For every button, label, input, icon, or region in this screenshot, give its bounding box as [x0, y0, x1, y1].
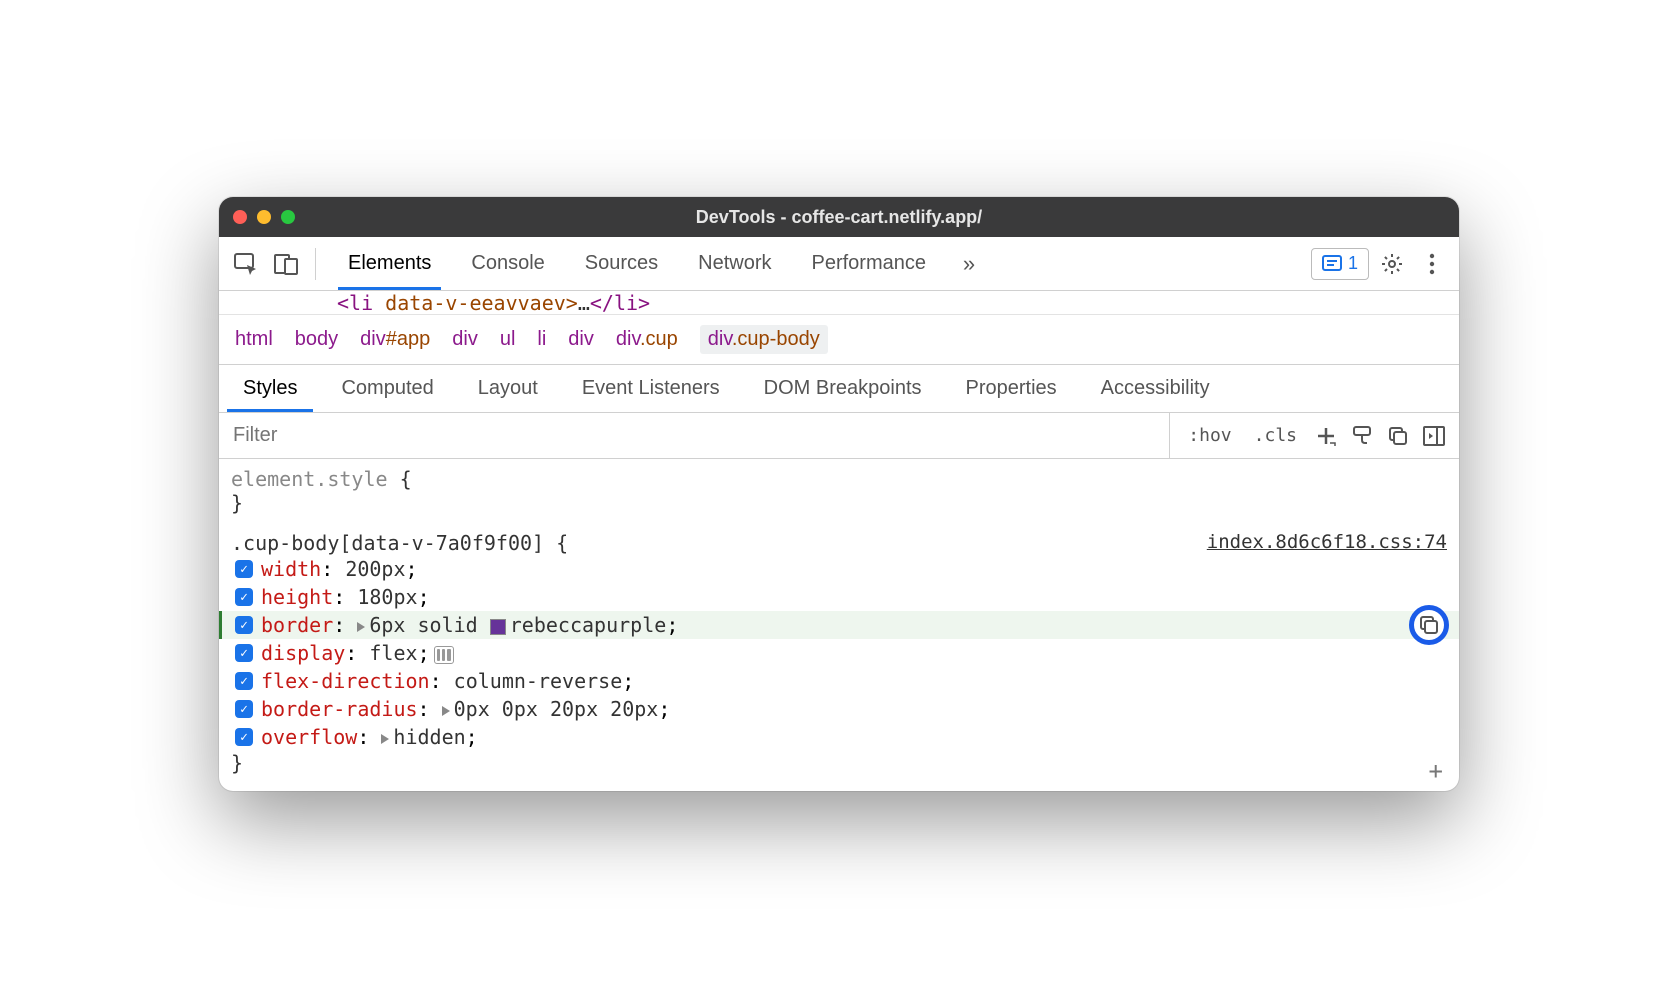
tab-network[interactable]: Network [678, 237, 791, 290]
css-value[interactable]: 200px [345, 557, 405, 581]
settings-icon[interactable] [1375, 247, 1409, 281]
divider [315, 248, 316, 280]
css-value[interactable]: 6px solid [369, 613, 489, 637]
css-declaration[interactable]: ✓height: 180px; [231, 583, 1447, 611]
styles-subtabs: Styles Computed Layout Event Listeners D… [219, 365, 1459, 413]
declaration-checkbox[interactable]: ✓ [235, 588, 253, 606]
declaration-checkbox[interactable]: ✓ [235, 560, 253, 578]
css-property[interactable]: display [261, 641, 345, 665]
tab-console[interactable]: Console [451, 237, 564, 290]
window-title: DevTools - coffee-cart.netlify.app/ [219, 207, 1459, 228]
css-declaration[interactable]: ✓flex-direction: column-reverse; [231, 667, 1447, 695]
styles-filter-input[interactable] [219, 413, 1169, 458]
crumb-div[interactable]: div [452, 328, 478, 351]
crumb-ul[interactable]: ul [500, 328, 516, 351]
subtab-dom-breakpoints[interactable]: DOM Breakpoints [742, 365, 944, 412]
tab-sources[interactable]: Sources [565, 237, 678, 290]
declaration-checkbox[interactable]: ✓ [235, 700, 253, 718]
css-value[interactable]: flex [369, 641, 417, 665]
declaration-checkbox[interactable]: ✓ [235, 616, 253, 634]
css-value[interactable]: 180px [357, 585, 417, 609]
crumb-html[interactable]: html [235, 328, 273, 351]
css-value[interactable]: column-reverse [454, 669, 623, 693]
issues-count: 1 [1348, 253, 1358, 274]
crumb-body[interactable]: body [295, 328, 338, 351]
rule-selector[interactable]: .cup-body[data-v-7a0f9f00] { [231, 531, 568, 555]
hov-toggle[interactable]: :hov [1180, 421, 1239, 450]
expand-shorthand-icon[interactable] [442, 706, 450, 716]
dom-breadcrumbs: html body div#app div ul li div div.cup … [219, 315, 1459, 365]
more-tabs-button[interactable]: » [952, 247, 986, 281]
crumb-li[interactable]: li [537, 328, 546, 351]
css-property[interactable]: flex-direction [261, 669, 430, 693]
expand-shorthand-icon[interactable] [357, 622, 365, 632]
css-declaration[interactable]: ✓border-radius: 0px 0px 20px 20px; [231, 695, 1447, 723]
source-link[interactable]: index.8d6c6f18.css:74 [1207, 531, 1447, 555]
subtab-styles[interactable]: Styles [221, 365, 319, 412]
tab-elements[interactable]: Elements [328, 237, 451, 290]
subtab-properties[interactable]: Properties [944, 365, 1079, 412]
css-value[interactable]: hidden [393, 725, 465, 749]
new-style-rule-icon[interactable] [1311, 421, 1341, 451]
cls-toggle[interactable]: .cls [1246, 421, 1305, 450]
css-declaration[interactable]: ✓display: flex; [231, 639, 1447, 667]
cup-body-rule: .cup-body[data-v-7a0f9f00] { index.8d6c6… [219, 529, 1459, 777]
kebab-menu-icon[interactable] [1415, 247, 1449, 281]
css-property[interactable]: border [261, 613, 333, 637]
crumb-div-app[interactable]: div#app [360, 328, 430, 351]
css-declaration[interactable]: ✓width: 200px; [231, 555, 1447, 583]
css-declaration[interactable]: ✓overflow: hidden; [231, 723, 1447, 751]
main-tabs: Elements Console Sources Network Perform… [328, 237, 946, 290]
element-style-rule[interactable]: element.style { } [219, 465, 1459, 517]
css-property[interactable]: overflow [261, 725, 357, 749]
styles-filter-tools: :hov .cls [1169, 413, 1459, 458]
declaration-checkbox[interactable]: ✓ [235, 644, 253, 662]
crumb-div-cup[interactable]: div.cup [616, 328, 678, 351]
add-declaration-button[interactable]: + [1429, 757, 1443, 785]
toggle-sidebar-icon[interactable] [1419, 421, 1449, 451]
devtools-window: DevTools - coffee-cart.netlify.app/ Elem… [219, 197, 1459, 791]
declaration-checkbox[interactable]: ✓ [235, 672, 253, 690]
subtab-computed[interactable]: Computed [319, 365, 455, 412]
main-toolbar: Elements Console Sources Network Perform… [219, 237, 1459, 291]
subtab-layout[interactable]: Layout [456, 365, 560, 412]
rule-close: } [231, 751, 243, 775]
paint-icon[interactable] [1347, 421, 1377, 451]
subtab-accessibility[interactable]: Accessibility [1079, 365, 1232, 412]
crumb-div2[interactable]: div [568, 328, 594, 351]
styles-filter-bar: :hov .cls [219, 413, 1459, 459]
css-property[interactable]: border-radius [261, 697, 418, 721]
color-name[interactable]: rebeccapurple [510, 613, 667, 637]
declaration-checkbox[interactable]: ✓ [235, 728, 253, 746]
styles-panel: element.style { } .cup-body[data-v-7a0f9… [219, 459, 1459, 791]
css-declaration[interactable]: ✓border: 6px solid rebeccapurple; [219, 611, 1459, 639]
dom-tree-fragment[interactable]: <li data-v-eeavvaev>…</li> [219, 291, 1459, 315]
titlebar: DevTools - coffee-cart.netlify.app/ [219, 197, 1459, 237]
element-style-selector: element.style { [231, 467, 412, 491]
crumb-div-cup-body[interactable]: div.cup-body [700, 325, 828, 354]
device-toggle-icon[interactable] [269, 247, 303, 281]
tab-performance[interactable]: Performance [792, 237, 947, 290]
issues-badge[interactable]: 1 [1311, 248, 1369, 280]
subtab-event-listeners[interactable]: Event Listeners [560, 365, 742, 412]
inspect-icon[interactable] [229, 247, 263, 281]
css-property[interactable]: height [261, 585, 333, 609]
expand-shorthand-icon[interactable] [381, 734, 389, 744]
copy-styles-icon[interactable] [1383, 421, 1413, 451]
css-value[interactable]: 0px 0px 20px 20px [454, 697, 659, 721]
flexbox-editor-icon[interactable] [434, 646, 454, 664]
color-swatch[interactable] [490, 619, 506, 635]
css-property[interactable]: width [261, 557, 321, 581]
